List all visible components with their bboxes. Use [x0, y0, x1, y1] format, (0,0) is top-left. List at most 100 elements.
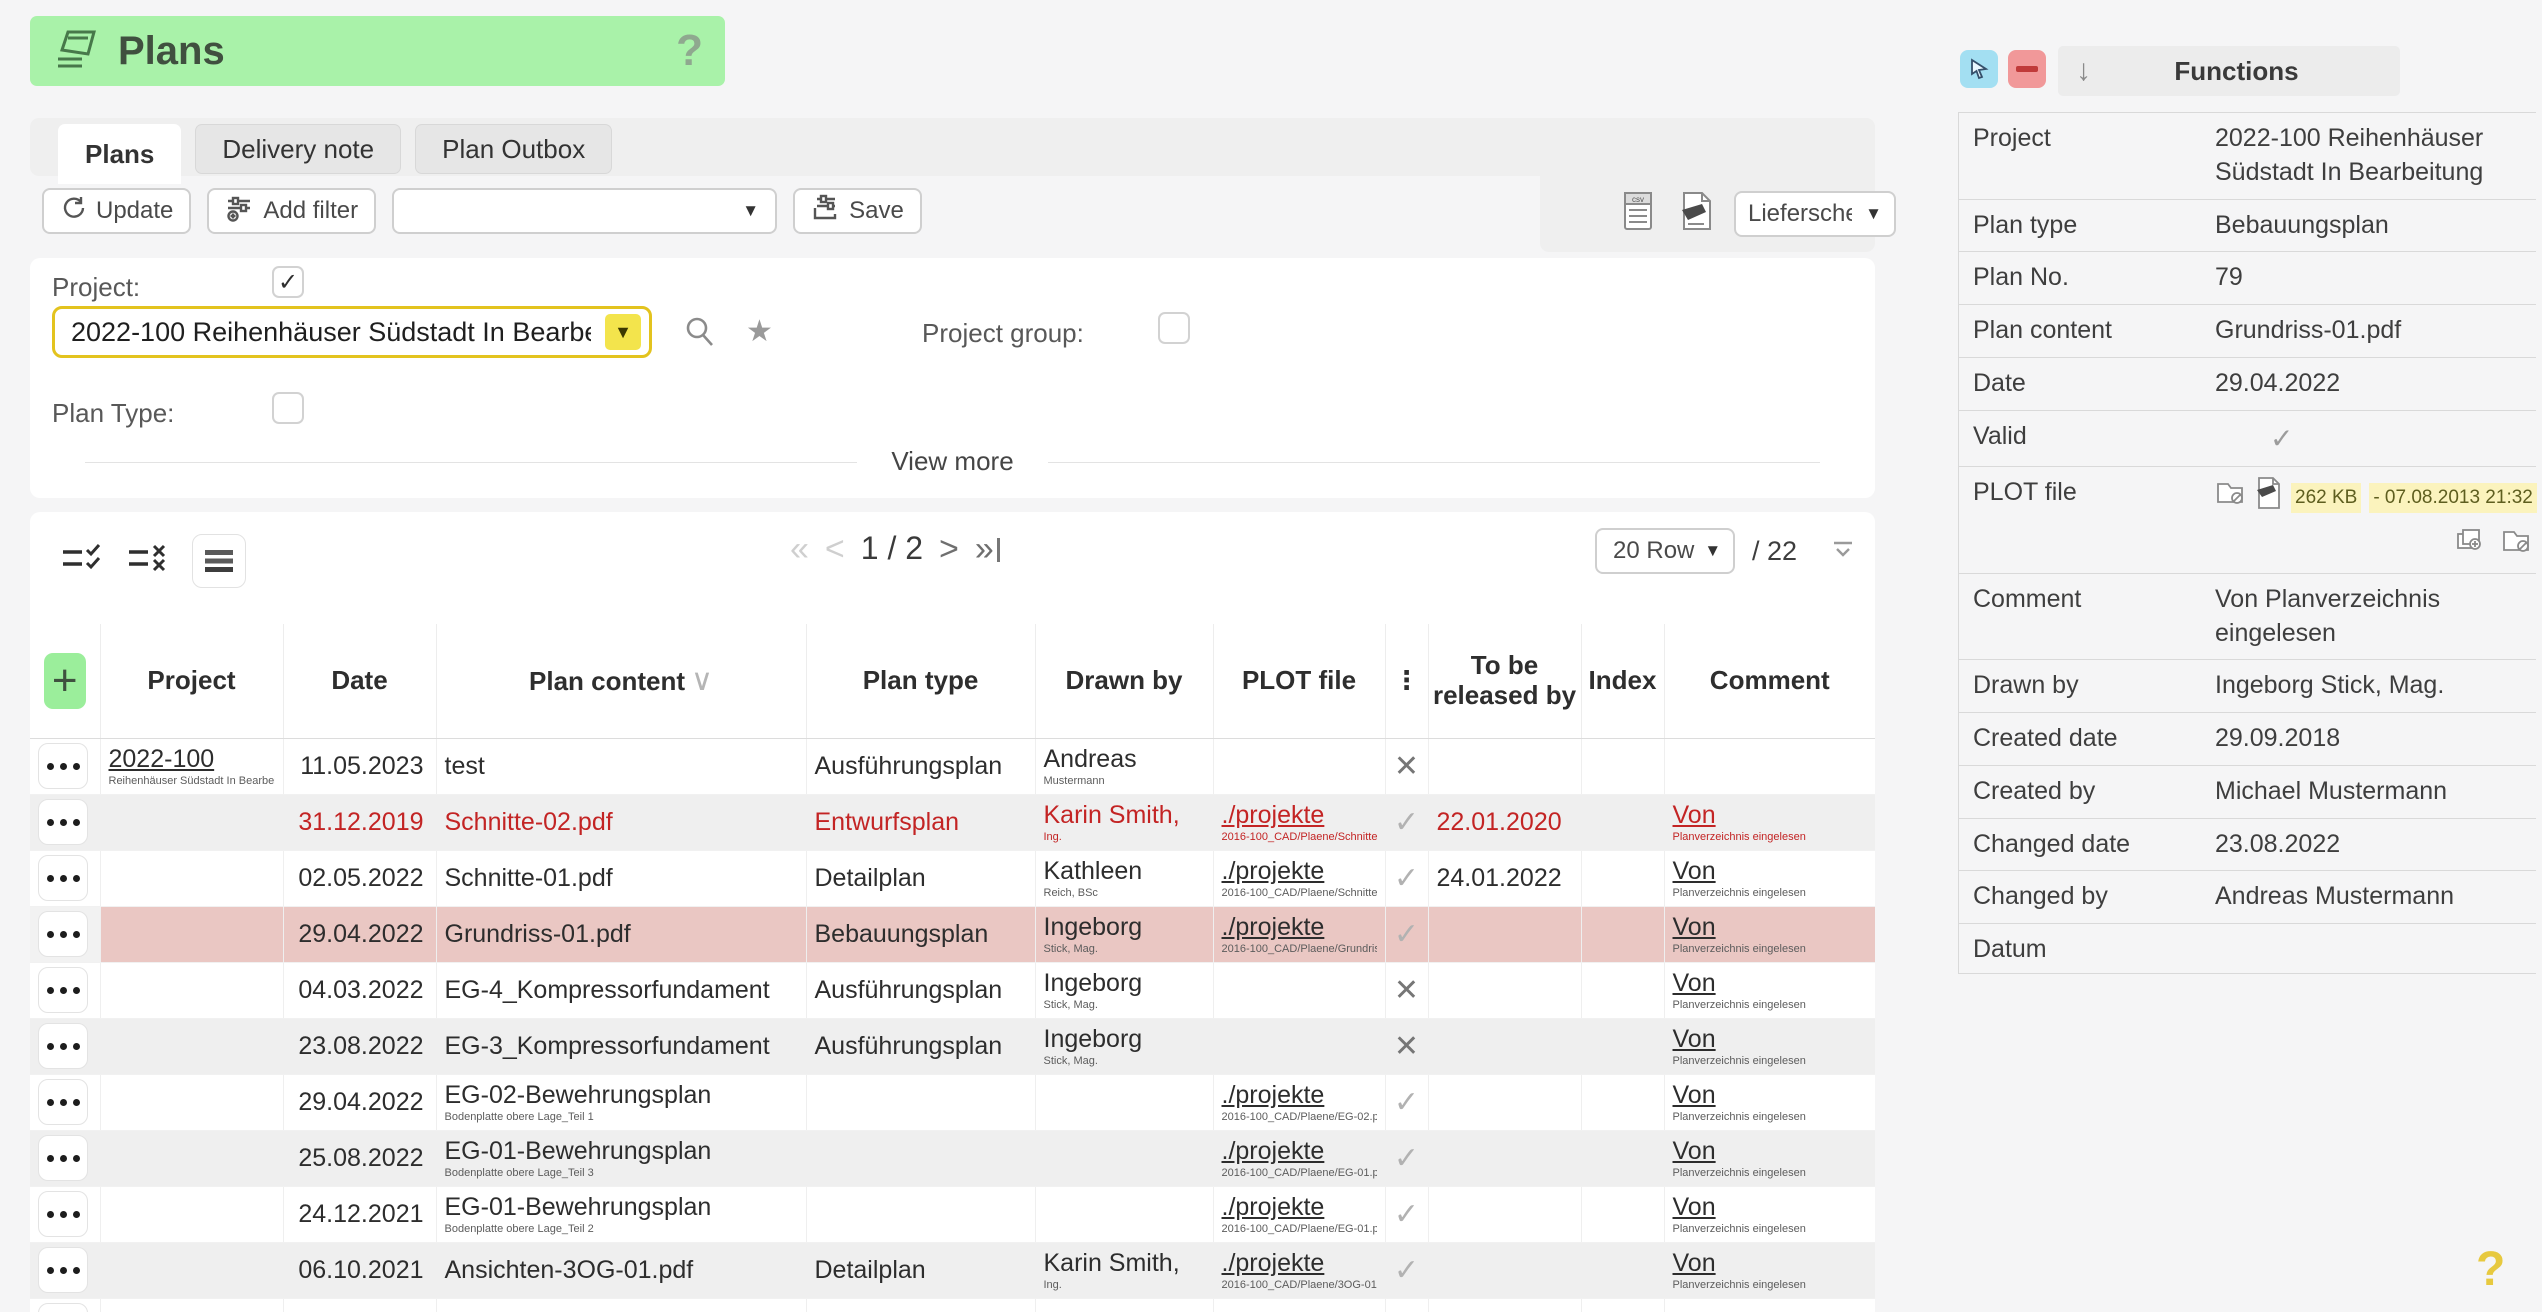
- last-page-button[interactable]: »: [975, 532, 1000, 566]
- table-row[interactable]: 31.12.2019Schnitte-02.pdfEntwurfsplanKar…: [30, 794, 1875, 850]
- plot-file-link[interactable]: ./projekte: [1222, 1193, 1325, 1221]
- view-more-link[interactable]: View more: [857, 446, 1047, 477]
- row-menu-button[interactable]: [38, 799, 88, 845]
- plot-pdf-icon[interactable]: [2253, 476, 2283, 520]
- plan-content-cell: EG-02-BewehrungsplanBodenplatte obere La…: [436, 1074, 806, 1130]
- update-button[interactable]: Update: [42, 188, 191, 234]
- column-index[interactable]: Index: [1581, 624, 1664, 738]
- table-row[interactable]: 29.04.2022EG-02-BewehrungsplanBodenplatt…: [30, 1074, 1875, 1130]
- cell-subtext: Ing.: [1044, 1279, 1205, 1291]
- column-to-be-released-by[interactable]: To be released by: [1428, 624, 1581, 738]
- row-menu-button[interactable]: [38, 911, 88, 957]
- row-menu-button[interactable]: [38, 1135, 88, 1181]
- project-link[interactable]: 2022-100: [109, 745, 215, 773]
- table-row[interactable]: 24.12.2021EG-01-BewehrungsplanBodenplatt…: [30, 1186, 1875, 1242]
- row-menu-button[interactable]: [38, 1191, 88, 1237]
- select-all-icon[interactable]: [60, 542, 104, 581]
- table-row[interactable]: 23.08.2022EG-3_KompressorfundamentAusfüh…: [30, 1018, 1875, 1074]
- detail-row: Plan contentGrundriss-01.pdf: [1959, 305, 2536, 358]
- pdf-export-icon[interactable]: [1676, 190, 1716, 237]
- column-plot-file[interactable]: PLOT file: [1213, 624, 1385, 738]
- table-row[interactable]: 2022-100Reihenhäuser Südstadt In Bearbei…: [30, 738, 1875, 794]
- help-icon[interactable]: ?: [676, 26, 703, 76]
- detail-row: Created date29.09.2018: [1959, 713, 2536, 766]
- comment-link[interactable]: Von: [1673, 801, 1716, 829]
- row-menu-button[interactable]: [38, 1079, 88, 1125]
- column-drawn-by[interactable]: Drawn by: [1035, 624, 1213, 738]
- plot-file-link[interactable]: ./projekte: [1222, 857, 1325, 885]
- collapse-list-icon[interactable]: [1830, 538, 1856, 565]
- row-menu-button[interactable]: [38, 1303, 88, 1312]
- table-row[interactable]: 02.05.2022Schnitte-01.pdfDetailplanKathl…: [30, 850, 1875, 906]
- remove-icon[interactable]: [2008, 50, 2046, 88]
- plot-file-link[interactable]: ./projekte: [1222, 1249, 1325, 1277]
- prev-page-button[interactable]: <: [825, 532, 845, 566]
- plot-file-link[interactable]: ./projekte: [1222, 913, 1325, 941]
- save-button[interactable]: Save: [793, 188, 922, 234]
- table-row[interactable]: 04.03.2022EG-4_KompressorfundamentAusfüh…: [30, 962, 1875, 1018]
- table-row[interactable]: 25.08.2022EG-01-BewehrungsplanBodenplatt…: [30, 1130, 1875, 1186]
- export-tools: csv Lieferschein ▼: [1620, 190, 1896, 237]
- column-plan-type[interactable]: Plan type: [806, 624, 1035, 738]
- column-date[interactable]: Date: [283, 624, 436, 738]
- tab-delivery-note[interactable]: Delivery note: [195, 124, 401, 174]
- row-menu-button[interactable]: [38, 1023, 88, 1069]
- export-format-select[interactable]: Lieferschein ▼: [1734, 191, 1896, 237]
- comment-link[interactable]: Von: [1673, 1025, 1716, 1053]
- rows-per-page-select[interactable]: 20 Row ▼: [1595, 528, 1735, 574]
- row-menu-button[interactable]: [38, 743, 88, 789]
- row-actions-cell: [30, 962, 100, 1018]
- add-plan-button[interactable]: +: [44, 653, 86, 709]
- comment-link[interactable]: Von: [1673, 1081, 1716, 1109]
- comment-link[interactable]: Von: [1673, 913, 1716, 941]
- table-row[interactable]: 06.10.2021Ansichten-3OG-01.pdfDetailplan…: [30, 1242, 1875, 1298]
- row-actions-cell: [30, 738, 100, 794]
- plan-type-checkbox[interactable]: [272, 392, 304, 424]
- plot-file-link[interactable]: ./projekte: [1222, 1137, 1325, 1165]
- table-row[interactable]: 29.04.2022Grundriss-01.pdfBebauungsplanI…: [30, 906, 1875, 962]
- tab-plan-outbox[interactable]: Plan Outbox: [415, 124, 612, 174]
- detail-value: 2022-100 Reihenhäuser Südstadt In Bearbe…: [2215, 122, 2532, 190]
- column-status[interactable]: ⋮: [1385, 624, 1428, 738]
- tab-plans[interactable]: Plans: [58, 124, 181, 184]
- plot-file-link[interactable]: ./projekte: [1222, 801, 1325, 829]
- deselect-all-icon[interactable]: [126, 542, 170, 581]
- plan-type-cell: Detailplan: [806, 850, 1035, 906]
- column-plan-content[interactable]: Plan content∨: [436, 624, 806, 738]
- comment-cell: VonPlanverzeichnis eingelesen: [1664, 794, 1875, 850]
- csv-export-icon[interactable]: csv: [1620, 190, 1658, 237]
- plot-remove-icon[interactable]: [2215, 480, 2245, 516]
- column-project[interactable]: Project: [100, 624, 283, 738]
- comment-link[interactable]: Von: [1673, 1193, 1716, 1221]
- project-filter-checkbox[interactable]: ✓: [272, 266, 304, 298]
- plot-copy-icon[interactable]: [2455, 528, 2485, 564]
- comment-link[interactable]: Von: [1673, 1249, 1716, 1277]
- comment-link[interactable]: Von: [1673, 1137, 1716, 1165]
- plot-file-link[interactable]: ./projekte: [1222, 1081, 1325, 1109]
- add-filter-button[interactable]: Add filter: [207, 188, 376, 234]
- row-menu-button[interactable]: [38, 855, 88, 901]
- menu-icon[interactable]: [192, 534, 246, 588]
- column-comment[interactable]: Comment: [1664, 624, 1875, 738]
- next-page-button[interactable]: >: [939, 532, 959, 566]
- filter-preset-select[interactable]: ▼: [392, 188, 777, 234]
- first-page-button[interactable]: «: [790, 532, 809, 566]
- dropdown-arrow-icon[interactable]: ▼: [605, 314, 641, 350]
- select-mode-icon[interactable]: [1960, 50, 1998, 88]
- favorite-star-icon[interactable]: ★: [746, 314, 773, 349]
- released-by-cell: [1428, 1018, 1581, 1074]
- cell-subtext: Reich, BSc: [1044, 887, 1205, 899]
- plot-folder-icon[interactable]: [2501, 528, 2531, 564]
- project-search-icon[interactable]: [682, 314, 718, 353]
- table-row[interactable]: [30, 1298, 1875, 1312]
- project-group-checkbox[interactable]: [1158, 312, 1190, 344]
- comment-link[interactable]: Von: [1673, 969, 1716, 997]
- plan-content-cell: Grundriss-01.pdf: [436, 906, 806, 962]
- functions-header[interactable]: ↓ Functions: [2058, 46, 2400, 96]
- comment-link[interactable]: Von: [1673, 857, 1716, 885]
- row-menu-button[interactable]: [38, 967, 88, 1013]
- row-menu-button[interactable]: [38, 1247, 88, 1293]
- project-select[interactable]: 2022-100 Reihenhäuser Südstadt In Bearbe…: [52, 306, 652, 358]
- help-icon-bottom[interactable]: ?: [2476, 1242, 2505, 1297]
- cell-subtext: Planverzeichnis eingelesen: [1673, 1223, 1868, 1235]
